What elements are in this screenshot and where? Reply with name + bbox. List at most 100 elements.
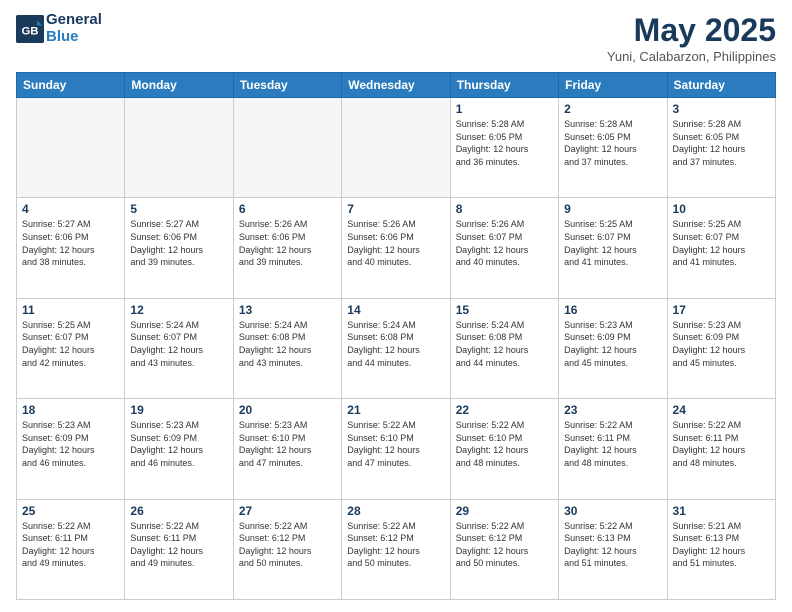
day-number: 21 bbox=[347, 403, 444, 417]
day-cell: 16 Sunrise: 5:23 AM Sunset: 6:09 PM Dayli… bbox=[559, 298, 667, 398]
day-info: Sunrise: 5:24 AM Sunset: 6:08 PM Dayligh… bbox=[239, 319, 336, 369]
day-info: Sunrise: 5:26 AM Sunset: 6:06 PM Dayligh… bbox=[347, 218, 444, 268]
col-header-tuesday: Tuesday bbox=[233, 73, 341, 98]
day-cell: 26Sunrise: 5:22 AM Sunset: 6:11 PM Dayli… bbox=[125, 499, 233, 599]
day-cell: 31 Sunrise: 5:21 AM Sunset: 6:13 PM Dayli… bbox=[667, 499, 775, 599]
day-number: 24 bbox=[673, 403, 770, 417]
title-area: May 2025 Yuni, Calabarzon, Philippines bbox=[607, 12, 776, 64]
week-row-3: 18 Sunrise: 5:23 AM Sunset: 6:09 PM Dayli… bbox=[17, 399, 776, 499]
day-number: 30 bbox=[564, 504, 661, 518]
day-number: 31 bbox=[673, 504, 770, 518]
day-cell: 5 Sunrise: 5:27 AM Sunset: 6:06 PM Daylig… bbox=[125, 198, 233, 298]
day-cell bbox=[125, 98, 233, 198]
day-info: Sunrise: 5:22 AM Sunset: 6:11 PM Dayligh… bbox=[130, 520, 227, 570]
col-header-sunday: Sunday bbox=[17, 73, 125, 98]
day-cell: 8Sunrise: 5:26 AM Sunset: 6:07 PM Daylig… bbox=[450, 198, 558, 298]
day-number: 23 bbox=[564, 403, 661, 417]
day-info: Sunrise: 5:23 AM Sunset: 6:09 PM Dayligh… bbox=[673, 319, 770, 369]
svg-text:GB: GB bbox=[21, 25, 38, 37]
calendar-header-row: SundayMondayTuesdayWednesdayThursdayFrid… bbox=[17, 73, 776, 98]
day-cell: 4 Sunrise: 5:27 AM Sunset: 6:06 PM Daylig… bbox=[17, 198, 125, 298]
day-info: Sunrise: 5:23 AM Sunset: 6:09 PM Dayligh… bbox=[22, 419, 119, 469]
day-info: Sunrise: 5:21 AM Sunset: 6:13 PM Dayligh… bbox=[673, 520, 770, 570]
day-number: 12 bbox=[130, 303, 227, 317]
col-header-friday: Friday bbox=[559, 73, 667, 98]
day-info: Sunrise: 5:25 AM Sunset: 6:07 PM Dayligh… bbox=[564, 218, 661, 268]
day-number: 18 bbox=[22, 403, 119, 417]
day-cell: 13Sunrise: 5:24 AM Sunset: 6:08 PM Dayli… bbox=[233, 298, 341, 398]
day-number: 11 bbox=[22, 303, 119, 317]
logo-icon: GB bbox=[16, 15, 44, 43]
day-cell: 10 Sunrise: 5:25 AM Sunset: 6:07 PM Dayli… bbox=[667, 198, 775, 298]
day-info: Sunrise: 5:23 AM Sunset: 6:09 PM Dayligh… bbox=[130, 419, 227, 469]
day-number: 20 bbox=[239, 403, 336, 417]
day-info: Sunrise: 5:27 AM Sunset: 6:06 PM Dayligh… bbox=[130, 218, 227, 268]
logo: GB General Blue bbox=[16, 12, 102, 45]
subtitle: Yuni, Calabarzon, Philippines bbox=[607, 49, 776, 64]
week-row-2: 11Sunrise: 5:25 AM Sunset: 6:07 PM Dayli… bbox=[17, 298, 776, 398]
day-info: Sunrise: 5:28 AM Sunset: 6:05 PM Dayligh… bbox=[456, 118, 553, 168]
main-title: May 2025 bbox=[607, 12, 776, 49]
day-number: 1 bbox=[456, 102, 553, 116]
day-number: 5 bbox=[130, 202, 227, 216]
day-cell: 29 Sunrise: 5:22 AM Sunset: 6:12 PM Dayli… bbox=[450, 499, 558, 599]
day-number: 4 bbox=[22, 202, 119, 216]
col-header-monday: Monday bbox=[125, 73, 233, 98]
header: GB General Blue May 2025 Yuni, Calabarzo… bbox=[16, 12, 776, 64]
day-info: Sunrise: 5:22 AM Sunset: 6:10 PM Dayligh… bbox=[456, 419, 553, 469]
day-cell: 30 Sunrise: 5:22 AM Sunset: 6:13 PM Dayli… bbox=[559, 499, 667, 599]
day-cell: 20 Sunrise: 5:23 AM Sunset: 6:10 PM Dayli… bbox=[233, 399, 341, 499]
day-cell: 7 Sunrise: 5:26 AM Sunset: 6:06 PM Daylig… bbox=[342, 198, 450, 298]
day-cell: 19 Sunrise: 5:23 AM Sunset: 6:09 PM Dayli… bbox=[125, 399, 233, 499]
day-number: 19 bbox=[130, 403, 227, 417]
day-number: 29 bbox=[456, 504, 553, 518]
day-number: 15 bbox=[456, 303, 553, 317]
day-number: 7 bbox=[347, 202, 444, 216]
day-number: 9 bbox=[564, 202, 661, 216]
day-info: Sunrise: 5:22 AM Sunset: 6:11 PM Dayligh… bbox=[564, 419, 661, 469]
day-number: 28 bbox=[347, 504, 444, 518]
day-number: 3 bbox=[673, 102, 770, 116]
day-info: Sunrise: 5:22 AM Sunset: 6:13 PM Dayligh… bbox=[564, 520, 661, 570]
col-header-thursday: Thursday bbox=[450, 73, 558, 98]
col-header-wednesday: Wednesday bbox=[342, 73, 450, 98]
day-cell: 22 Sunrise: 5:22 AM Sunset: 6:10 PM Dayli… bbox=[450, 399, 558, 499]
day-cell: 11Sunrise: 5:25 AM Sunset: 6:07 PM Dayli… bbox=[17, 298, 125, 398]
day-number: 17 bbox=[673, 303, 770, 317]
day-cell: 12 Sunrise: 5:24 AM Sunset: 6:07 PM Dayli… bbox=[125, 298, 233, 398]
calendar-table: SundayMondayTuesdayWednesdayThursdayFrid… bbox=[16, 72, 776, 600]
day-info: Sunrise: 5:22 AM Sunset: 6:11 PM Dayligh… bbox=[22, 520, 119, 570]
day-info: Sunrise: 5:22 AM Sunset: 6:12 PM Dayligh… bbox=[347, 520, 444, 570]
day-info: Sunrise: 5:26 AM Sunset: 6:07 PM Dayligh… bbox=[456, 218, 553, 268]
day-info: Sunrise: 5:28 AM Sunset: 6:05 PM Dayligh… bbox=[673, 118, 770, 168]
day-cell bbox=[17, 98, 125, 198]
day-cell bbox=[233, 98, 341, 198]
day-info: Sunrise: 5:24 AM Sunset: 6:07 PM Dayligh… bbox=[130, 319, 227, 369]
day-number: 6 bbox=[239, 202, 336, 216]
day-info: Sunrise: 5:27 AM Sunset: 6:06 PM Dayligh… bbox=[22, 218, 119, 268]
day-info: Sunrise: 5:22 AM Sunset: 6:11 PM Dayligh… bbox=[673, 419, 770, 469]
day-number: 10 bbox=[673, 202, 770, 216]
day-number: 22 bbox=[456, 403, 553, 417]
day-info: Sunrise: 5:23 AM Sunset: 6:10 PM Dayligh… bbox=[239, 419, 336, 469]
day-number: 25 bbox=[22, 504, 119, 518]
day-info: Sunrise: 5:22 AM Sunset: 6:12 PM Dayligh… bbox=[239, 520, 336, 570]
day-info: Sunrise: 5:25 AM Sunset: 6:07 PM Dayligh… bbox=[673, 218, 770, 268]
day-cell: 6 Sunrise: 5:26 AM Sunset: 6:06 PM Daylig… bbox=[233, 198, 341, 298]
day-cell: 3 Sunrise: 5:28 AM Sunset: 6:05 PM Daylig… bbox=[667, 98, 775, 198]
day-number: 27 bbox=[239, 504, 336, 518]
day-info: Sunrise: 5:28 AM Sunset: 6:05 PM Dayligh… bbox=[564, 118, 661, 168]
day-info: Sunrise: 5:26 AM Sunset: 6:06 PM Dayligh… bbox=[239, 218, 336, 268]
day-cell: 2 Sunrise: 5:28 AM Sunset: 6:05 PM Daylig… bbox=[559, 98, 667, 198]
day-info: Sunrise: 5:22 AM Sunset: 6:12 PM Dayligh… bbox=[456, 520, 553, 570]
day-cell: 25 Sunrise: 5:22 AM Sunset: 6:11 PM Dayli… bbox=[17, 499, 125, 599]
day-cell: 23 Sunrise: 5:22 AM Sunset: 6:11 PM Dayli… bbox=[559, 399, 667, 499]
day-number: 2 bbox=[564, 102, 661, 116]
day-number: 16 bbox=[564, 303, 661, 317]
day-cell: 1 Sunrise: 5:28 AM Sunset: 6:05 PM Daylig… bbox=[450, 98, 558, 198]
day-cell bbox=[342, 98, 450, 198]
day-cell: 18 Sunrise: 5:23 AM Sunset: 6:09 PM Dayli… bbox=[17, 399, 125, 499]
day-info: Sunrise: 5:23 AM Sunset: 6:09 PM Dayligh… bbox=[564, 319, 661, 369]
day-cell: 9 Sunrise: 5:25 AM Sunset: 6:07 PM Daylig… bbox=[559, 198, 667, 298]
page: GB General Blue May 2025 Yuni, Calabarzo… bbox=[0, 0, 792, 612]
